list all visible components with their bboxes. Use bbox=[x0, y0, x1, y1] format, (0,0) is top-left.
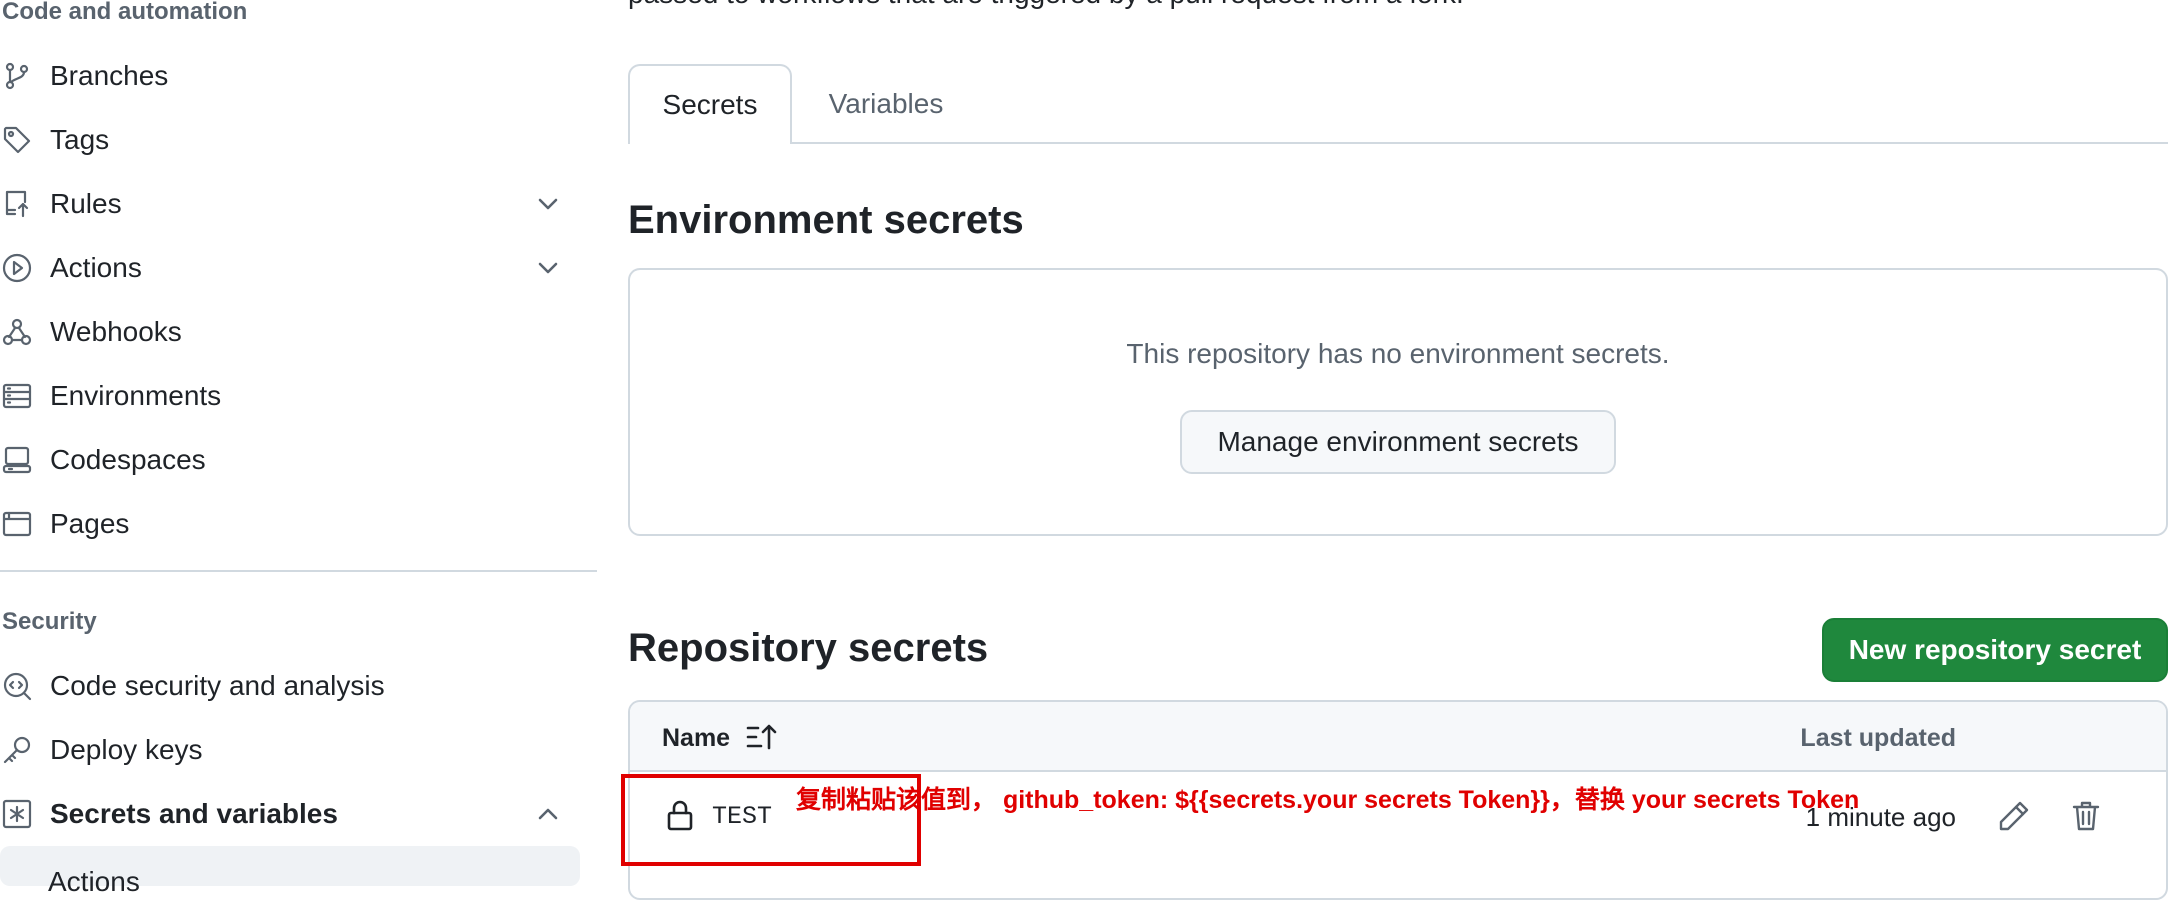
main-content: passed to workflows that are triggered b… bbox=[628, 0, 2172, 900]
sidebar-subitem-label: Actions bbox=[48, 866, 140, 897]
intro-text: passed to workflows that are triggered b… bbox=[628, 0, 1464, 10]
column-header-last-updated: Last updated bbox=[1800, 724, 1956, 752]
sidebar-divider bbox=[0, 570, 597, 572]
sidebar-item-webhooks[interactable]: Webhooks bbox=[0, 304, 580, 360]
sidebar-item-environments[interactable]: Environments bbox=[0, 368, 580, 424]
codespaces-icon bbox=[0, 443, 34, 477]
pencil-icon[interactable] bbox=[1992, 794, 2036, 838]
section-heading-code-automation: Code and automation bbox=[2, 0, 248, 25]
sidebar-item-label: Secrets and variables bbox=[50, 798, 338, 829]
empty-state-text: This repository has no environment secre… bbox=[1126, 338, 1670, 369]
sidebar-item-label: Branches bbox=[50, 60, 169, 91]
key-icon bbox=[0, 733, 34, 767]
webhook-icon bbox=[0, 315, 34, 349]
sidebar-item-label: Webhooks bbox=[50, 316, 182, 347]
asterisk-icon bbox=[0, 797, 34, 831]
tab-secrets[interactable]: Secrets bbox=[628, 64, 792, 144]
sidebar-item-codespaces[interactable]: Codespaces bbox=[0, 432, 580, 488]
sidebar-item-branches[interactable]: Branches bbox=[0, 48, 580, 104]
sidebar-subitem-actions[interactable]: Actions bbox=[0, 846, 580, 897]
sidebar-item-label: Code security and analysis bbox=[50, 670, 385, 701]
play-icon bbox=[0, 251, 34, 285]
environment-secrets-box: This repository has no environment secre… bbox=[628, 268, 2168, 536]
trash-icon[interactable] bbox=[2064, 794, 2108, 838]
server-icon bbox=[0, 379, 34, 413]
manage-environment-secrets-button[interactable]: Manage environment secrets bbox=[1180, 410, 1616, 474]
annotation-text: 复制粘贴该值到， github_token: ${{secrets.your s… bbox=[796, 786, 1860, 814]
sidebar-item-rules[interactable]: Rules bbox=[0, 176, 580, 232]
git-branch-icon bbox=[0, 59, 34, 93]
environment-secrets-title: Environment secrets bbox=[628, 198, 1024, 242]
tag-icon bbox=[0, 123, 34, 157]
sidebar-item-code-security[interactable]: Code security and analysis bbox=[0, 658, 580, 714]
section-heading-security: Security bbox=[2, 608, 97, 635]
chevron-down-icon[interactable] bbox=[534, 190, 562, 218]
sidebar-item-label: Codespaces bbox=[50, 444, 206, 475]
browser-icon bbox=[0, 507, 34, 541]
sidebar-item-label: Rules bbox=[50, 188, 122, 219]
chevron-up-icon[interactable] bbox=[534, 800, 562, 828]
sidebar-item-pages[interactable]: Pages bbox=[0, 496, 580, 552]
column-header-name: Name bbox=[662, 724, 731, 752]
repository-secrets-title: Repository secrets bbox=[628, 626, 989, 670]
sort-ascending-icon[interactable] bbox=[744, 720, 778, 754]
sidebar-item-label: Deploy keys bbox=[50, 734, 203, 765]
new-repository-secret-button[interactable]: New repository secret bbox=[1822, 618, 2168, 682]
repo-push-icon bbox=[0, 187, 34, 221]
sidebar-item-label: Actions bbox=[50, 252, 142, 283]
settings-sidebar: Code and automation Branches Tags Rules … bbox=[0, 0, 600, 897]
sidebar-item-secrets-variables[interactable]: Secrets and variables bbox=[0, 786, 580, 842]
chevron-down-icon[interactable] bbox=[534, 254, 562, 282]
table-header: Name Last updated bbox=[630, 702, 2166, 772]
sidebar-item-label: Pages bbox=[50, 508, 130, 539]
sidebar-item-deploy-keys[interactable]: Deploy keys bbox=[0, 722, 580, 778]
sidebar-item-tags[interactable]: Tags bbox=[0, 112, 580, 168]
sidebar-item-label: Tags bbox=[50, 124, 110, 155]
codescan-icon bbox=[0, 669, 34, 703]
sidebar-item-actions[interactable]: Actions bbox=[0, 240, 580, 296]
sidebar-item-label: Environments bbox=[50, 380, 222, 411]
tab-variables[interactable]: Variables bbox=[792, 64, 980, 144]
